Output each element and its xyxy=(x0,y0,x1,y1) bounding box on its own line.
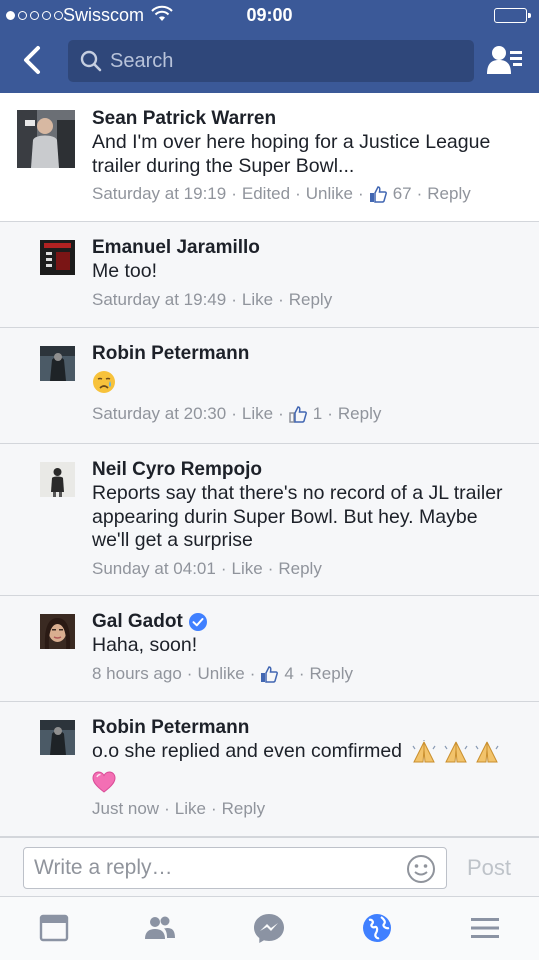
unlike-link[interactable]: Unlike xyxy=(306,183,353,205)
thumbs-up-icon xyxy=(289,406,307,423)
comment-body: Robin Petermann o.o she replied and even… xyxy=(92,716,512,820)
crying-face-emoji xyxy=(93,371,115,393)
comment-body: Neil Cyro Rempojo Reports say that there… xyxy=(92,458,503,580)
search-input[interactable] xyxy=(110,40,460,82)
like-count[interactable]: 1 xyxy=(313,403,322,425)
folded-hands-emoji xyxy=(412,740,436,763)
sticker-smiley-icon[interactable] xyxy=(406,854,436,884)
back-arrow-icon[interactable] xyxy=(18,44,48,76)
thumbs-up-icon xyxy=(369,186,387,203)
comment-meta: 8 hours ago · Unlike · 4 · Reply xyxy=(92,663,353,685)
comment-meta: Just now · Like · Reply xyxy=(92,798,266,820)
avatar[interactable] xyxy=(40,614,75,649)
reply-link[interactable]: Reply xyxy=(310,663,353,685)
pink-heart-emoji xyxy=(92,771,116,793)
comment-text: o.o she replied and even comfirmed xyxy=(92,740,512,796)
comment-author[interactable]: Robin Petermann xyxy=(92,342,381,366)
folded-hands-emoji xyxy=(475,741,499,763)
comment: Neil Cyro Rempojo Reports say that there… xyxy=(0,444,539,596)
reply-link[interactable]: Reply xyxy=(338,403,381,425)
comment-author[interactable]: Emanuel Jaramillo xyxy=(92,236,332,260)
comment-text: Haha, soon! xyxy=(92,634,198,656)
comment-thread: Sean Patrick Warren And I'm over here ho… xyxy=(0,93,539,837)
like-count[interactable]: 67 xyxy=(393,183,412,205)
comment: Sean Patrick Warren And I'm over here ho… xyxy=(0,93,539,222)
messenger-icon[interactable] xyxy=(251,911,287,945)
reply-input[interactable] xyxy=(34,848,394,888)
comment-body: Gal Gadot Haha, soon! 8 hours ago · Unli… xyxy=(92,610,353,685)
folded-hands-emoji xyxy=(444,741,468,763)
like-link[interactable]: Like xyxy=(232,558,263,580)
comment-text: Me too! xyxy=(92,260,158,282)
comment-meta: Sunday at 04:01 · Like · Reply xyxy=(92,558,322,580)
like-link[interactable]: Like xyxy=(175,798,206,820)
comment-body: Sean Patrick Warren And I'm over here ho… xyxy=(92,107,490,205)
comment: Gal Gadot Haha, soon! 8 hours ago · Unli… xyxy=(0,596,539,702)
comment-timestamp[interactable]: Saturday at 19:19 xyxy=(92,183,226,205)
comment: Robin Petermann Saturday at 20:30 · Like… xyxy=(0,328,539,444)
menu-icon[interactable] xyxy=(467,911,503,945)
top-navigation-bar: Swisscom 09:00 xyxy=(0,0,539,93)
notifications-globe-icon[interactable] xyxy=(359,911,395,945)
battery-icon xyxy=(494,8,531,23)
comment: Emanuel Jaramillo Me too! Saturday at 19… xyxy=(0,222,539,328)
unlike-link[interactable]: Unlike xyxy=(197,663,244,685)
reply-box[interactable] xyxy=(23,847,447,889)
folded-hands-emoji-group xyxy=(411,740,500,763)
like-link[interactable]: Like xyxy=(242,403,273,425)
friends-icon[interactable] xyxy=(142,911,178,945)
status-bar: Swisscom 09:00 xyxy=(0,0,539,30)
comment-author[interactable]: Gal Gadot xyxy=(92,610,353,634)
comment-meta: Saturday at 19:49 · Like · Reply xyxy=(92,289,333,311)
comment-author[interactable]: Neil Cyro Rempojo xyxy=(92,458,503,482)
reply-composer: Post xyxy=(0,837,539,896)
avatar[interactable] xyxy=(40,720,75,755)
comment-timestamp[interactable]: Sunday at 04:01 xyxy=(92,558,216,580)
comment-author[interactable]: Robin Petermann xyxy=(92,716,512,740)
friend-requests-icon[interactable] xyxy=(486,44,524,76)
like-count[interactable]: 4 xyxy=(284,663,293,685)
search-icon xyxy=(80,50,102,72)
comment-body: Emanuel Jaramillo Me too! Saturday at 19… xyxy=(92,236,332,311)
comment-author[interactable]: Sean Patrick Warren xyxy=(92,107,490,131)
edited-label[interactable]: Edited xyxy=(242,183,290,205)
news-feed-icon[interactable] xyxy=(36,911,72,945)
comment-meta: Saturday at 20:30 · Like · 1 · Reply xyxy=(92,403,382,425)
avatar[interactable] xyxy=(40,462,75,497)
post-button[interactable]: Post xyxy=(467,855,511,881)
comment-meta: Saturday at 19:19 · Edited · Unlike · 67… xyxy=(92,183,471,205)
verified-badge-icon xyxy=(188,613,207,631)
comment-timestamp[interactable]: 8 hours ago xyxy=(92,663,182,685)
status-time: 09:00 xyxy=(246,5,293,25)
reply-link[interactable]: Reply xyxy=(289,289,332,311)
reply-link[interactable]: Reply xyxy=(278,558,321,580)
search-bar[interactable] xyxy=(68,40,474,82)
comment-body: Robin Petermann Saturday at 20:30 · Like… xyxy=(92,342,381,425)
avatar[interactable] xyxy=(40,346,75,381)
comment-text xyxy=(92,366,381,398)
comment: Robin Petermann o.o she replied and even… xyxy=(0,702,539,837)
bottom-tab-bar xyxy=(0,896,539,960)
reply-link[interactable]: Reply xyxy=(222,798,265,820)
avatar[interactable] xyxy=(40,240,75,275)
comment-timestamp[interactable]: Just now xyxy=(92,798,159,820)
comment-timestamp[interactable]: Saturday at 20:30 xyxy=(92,403,226,425)
comment-text: Reports say that there's no record of a … xyxy=(92,482,503,551)
like-link[interactable]: Like xyxy=(242,289,273,311)
avatar[interactable] xyxy=(17,110,75,168)
reply-link[interactable]: Reply xyxy=(427,183,470,205)
thumbs-up-icon xyxy=(261,665,279,683)
comment-timestamp[interactable]: Saturday at 19:49 xyxy=(92,289,226,311)
comment-text: And I'm over here hoping for a Justice L… xyxy=(92,131,491,177)
